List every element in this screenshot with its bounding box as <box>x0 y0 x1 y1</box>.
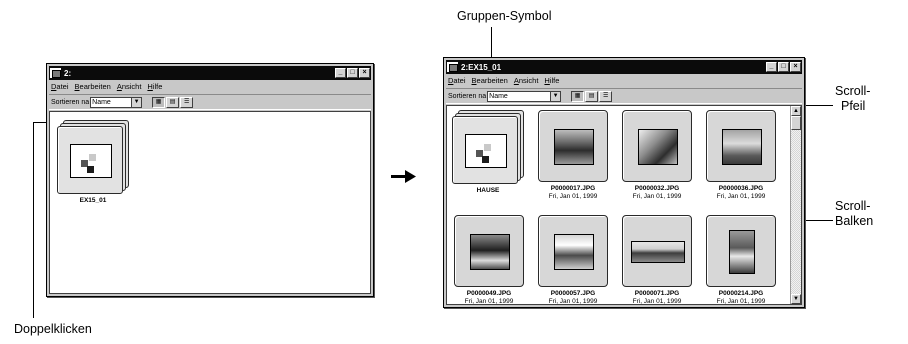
callout-scroll-arrow-line2: Pfeil <box>841 99 866 113</box>
callout-scroll-arrow: Scroll- Pfeil <box>835 84 870 114</box>
item-date: Fri, Jan 01, 1999 <box>716 298 766 305</box>
slide-frame <box>706 110 776 182</box>
view-list-button[interactable]: ☰ <box>180 96 194 108</box>
slide-frame <box>622 215 692 287</box>
maximize-icon[interactable]: □ <box>778 62 789 72</box>
item-name: P0000057.JPG <box>550 290 596 297</box>
list-item[interactable]: P0000057.JPG Fri, Jan 01, 1999 <box>533 215 613 305</box>
minimize-icon[interactable]: _ <box>766 62 777 72</box>
window-left-menubar: Datei Bearbeiten Ansicht Hilfe <box>49 81 371 92</box>
group-item[interactable]: HAUSE <box>448 110 528 195</box>
view-large-icons-button[interactable]: ▦ <box>152 96 166 108</box>
sort-select-value: Name <box>489 92 508 100</box>
window-left-toolbar: Sortieren na Name ▼ ▦ ▤ ☰ <box>49 94 371 110</box>
window-right-titlebar[interactable]: 2:EX15_01 _ □ × <box>446 60 802 74</box>
window-right-toolbar: Sortieren na Name ▼ ▦ ▤ ☰ <box>446 88 802 104</box>
window-left-title: 2: <box>64 68 72 78</box>
minimize-icon[interactable]: _ <box>335 68 346 78</box>
menu-datei[interactable]: Datei <box>448 76 466 85</box>
list-item[interactable]: P0000071.JPG Fri, Jan 01, 1999 <box>617 215 697 305</box>
photo-thumbnail <box>631 241 685 263</box>
view-large-icons-button[interactable]: ▦ <box>571 90 585 102</box>
view-small-icons-button[interactable]: ▤ <box>166 96 180 108</box>
window-left-content: EX15_01 <box>49 111 371 294</box>
menu-ansicht[interactable]: Ansicht <box>117 82 142 91</box>
slide-frame <box>622 110 692 182</box>
item-date: Fri, Jan 01, 1999 <box>548 193 598 200</box>
group-item-name: HAUSE <box>476 187 500 194</box>
sort-label: Sortieren na <box>51 98 90 106</box>
close-icon[interactable]: × <box>359 68 370 78</box>
slide-frame <box>538 110 608 182</box>
scroll-up-icon[interactable]: ▲ <box>791 106 801 116</box>
list-item[interactable]: P0000032.JPG Fri, Jan 01, 1999 <box>617 110 697 201</box>
list-item[interactable]: P0000214.JPG Fri, Jan 01, 1999 <box>701 215 781 305</box>
window-right-menubar: Datei Bearbeiten Ansicht Hilfe <box>446 75 802 86</box>
item-name: P0000017.JPG <box>550 185 596 192</box>
callout-scroll-arrow-line1: Scroll- <box>835 84 871 98</box>
window-right-content: HAUSE P0000017.JPG Fri, Jan 01, 1999 P00… <box>446 105 802 305</box>
photo-thumbnail <box>470 234 510 270</box>
slide-frame <box>706 215 776 287</box>
item-date: Fri, Jan 01, 1999 <box>632 298 682 305</box>
sort-select[interactable]: Name ▼ <box>90 96 143 108</box>
window-right: 2:EX15_01 _ □ × Datei Bearbeiten Ansicht… <box>443 57 805 308</box>
close-icon[interactable]: × <box>790 62 801 72</box>
callout-group-symbol: Gruppen-Symbol <box>457 9 552 23</box>
callout-scroll-bar-line2: Balken <box>835 214 874 228</box>
group-item[interactable]: EX15_01 <box>53 120 133 205</box>
group-symbol-icon <box>452 110 524 184</box>
item-name: P0000036.JPG <box>718 185 764 192</box>
window-left-titlebar[interactable]: 2: _ □ × <box>49 66 371 80</box>
list-item[interactable]: P0000017.JPG Fri, Jan 01, 1999 <box>533 110 613 201</box>
chevron-down-icon[interactable]: ▼ <box>131 97 142 107</box>
item-date: Fri, Jan 01, 1999 <box>632 193 682 200</box>
sort-label: Sortieren na <box>448 92 487 100</box>
scroll-thumb[interactable] <box>791 116 801 130</box>
callout-double-click-line-v <box>33 122 34 318</box>
menu-ansicht[interactable]: Ansicht <box>514 76 539 85</box>
slide-frame <box>538 215 608 287</box>
item-date: Fri, Jan 01, 1999 <box>548 298 598 305</box>
arrow-right-icon <box>391 170 416 183</box>
group-symbol-icon <box>57 120 129 194</box>
photo-thumbnail <box>638 129 678 165</box>
callout-double-click: Doppelklicken <box>14 322 92 336</box>
view-list-button[interactable]: ☰ <box>599 90 613 102</box>
chevron-down-icon[interactable]: ▼ <box>550 91 561 101</box>
window-left: 2: _ □ × Datei Bearbeiten Ansicht Hilfe … <box>46 63 374 297</box>
sort-select-value: Name <box>92 98 111 106</box>
item-date: Fri, Jan 01, 1999 <box>716 193 766 200</box>
scroll-down-icon[interactable]: ▼ <box>791 294 801 304</box>
app-icon <box>50 68 61 78</box>
item-name: P0000214.JPG <box>718 290 764 297</box>
item-name: P0000071.JPG <box>634 290 680 297</box>
photo-thumbnail <box>554 129 594 165</box>
maximize-icon[interactable]: □ <box>347 68 358 78</box>
callout-scroll-bar-line1: Scroll- <box>835 199 871 213</box>
item-date: Fri, Jan 01, 1999 <box>464 298 514 305</box>
vertical-scrollbar[interactable]: ▲ ▼ <box>790 106 801 304</box>
window-right-title: 2:EX15_01 <box>461 62 502 72</box>
slide-frame <box>454 215 524 287</box>
photo-thumbnail <box>554 234 594 270</box>
list-item[interactable]: P0000036.JPG Fri, Jan 01, 1999 <box>701 110 781 201</box>
menu-bearbeiten[interactable]: Bearbeiten <box>75 82 111 91</box>
photo-thumbnail <box>729 230 755 274</box>
photo-thumbnail <box>722 129 762 165</box>
view-small-icons-button[interactable]: ▤ <box>585 90 599 102</box>
list-item[interactable]: P0000049.JPG Fri, Jan 01, 1999 <box>449 215 529 305</box>
menu-datei[interactable]: Datei <box>51 82 69 91</box>
callout-scroll-bar: Scroll- Balken <box>835 199 873 229</box>
menu-hilfe[interactable]: Hilfe <box>544 76 559 85</box>
menu-bearbeiten[interactable]: Bearbeiten <box>472 76 508 85</box>
sort-select[interactable]: Name ▼ <box>487 90 562 102</box>
item-name: P0000049.JPG <box>466 290 512 297</box>
item-name: P0000032.JPG <box>634 185 680 192</box>
group-item-name: EX15_01 <box>79 197 107 204</box>
menu-hilfe[interactable]: Hilfe <box>147 82 162 91</box>
app-icon <box>447 62 458 72</box>
